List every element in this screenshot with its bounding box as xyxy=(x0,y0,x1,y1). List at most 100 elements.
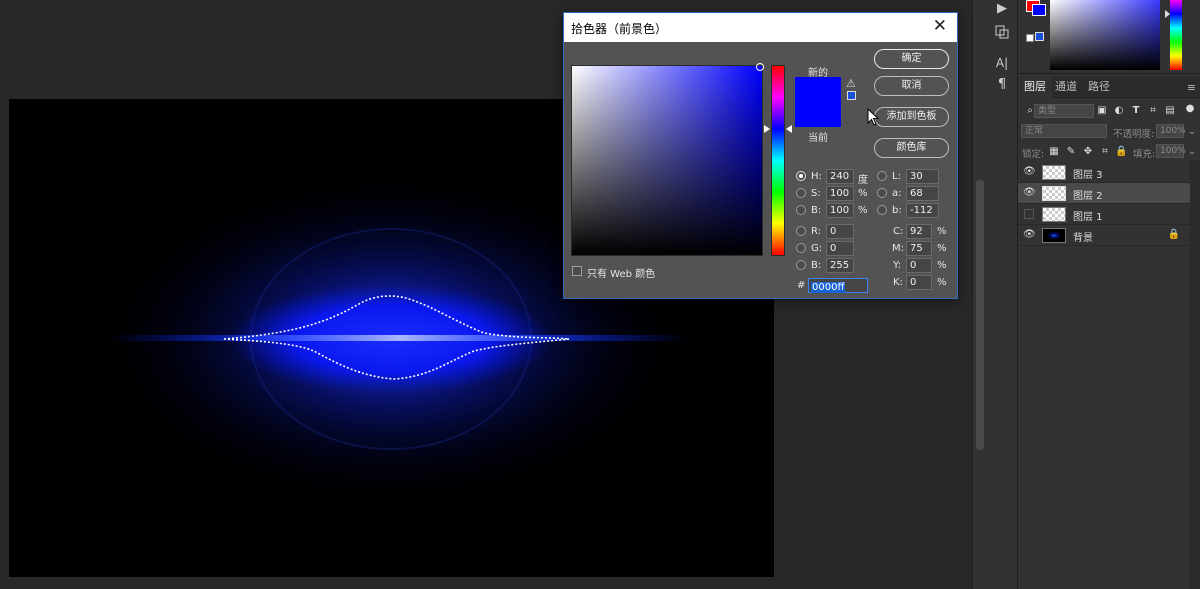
lab-l-radio[interactable] xyxy=(877,171,887,181)
lock-all-icon[interactable]: 🔒 xyxy=(1115,146,1127,158)
adjustment-filter-icon[interactable]: ◐ xyxy=(1113,105,1125,117)
hue-slider[interactable] xyxy=(771,65,785,256)
tab-channels[interactable]: 通道 xyxy=(1049,76,1083,98)
yellow-unit: % xyxy=(937,260,947,271)
layer-row[interactable]: 图层 1 xyxy=(1018,204,1190,225)
paragraph-panel-icon[interactable]: ¶ xyxy=(992,76,1012,94)
tab-layers[interactable]: 图层 xyxy=(1018,76,1052,98)
play-icon[interactable]: ▶ xyxy=(992,0,1012,18)
blend-mode-select[interactable]: 正常 xyxy=(1021,124,1107,138)
cyan-label: C: xyxy=(893,226,904,237)
panel-tool-strip: ▶ A| ¶ xyxy=(986,0,1018,589)
out-of-gamut-warning-icon[interactable]: ⚠ xyxy=(846,77,856,90)
filter-toggle-icon[interactable]: ● xyxy=(1184,103,1196,115)
hue-radio[interactable] xyxy=(796,171,806,181)
lab-l-input[interactable]: 30 xyxy=(906,169,939,184)
web-colors-only-checkbox[interactable] xyxy=(572,266,582,276)
red-input[interactable]: 0 xyxy=(826,224,854,239)
brightness-radio[interactable] xyxy=(796,205,806,215)
layer-row[interactable]: 👁 图层 2 xyxy=(1018,183,1190,204)
scrollbar-thumb[interactable] xyxy=(976,180,984,450)
smart-object-filter-icon[interactable]: ▤ xyxy=(1164,105,1176,117)
green-input[interactable]: 0 xyxy=(826,241,854,256)
right-panel: 图层 通道 路径 ≡ ⌕ 类型 ▣ ◐ T ⌗ ▤ ● 正常 不透明度: 100… xyxy=(1018,0,1200,589)
layers-scrollbar[interactable] xyxy=(1190,160,1200,589)
layer-name[interactable]: 图层 2 xyxy=(1073,187,1103,202)
visibility-toggle[interactable] xyxy=(1024,209,1034,219)
black-input[interactable]: 0 xyxy=(906,275,932,290)
color-picker-dialog: 拾色器（前景色） ✕ 新的 当前 ⚠ 确定 取消 添加到色板 颜色库 H: 24… xyxy=(563,12,958,299)
magenta-input[interactable]: 75 xyxy=(906,241,932,256)
layer-row[interactable]: 👁 背景 🔒 xyxy=(1018,225,1190,246)
ok-button[interactable]: 确定 xyxy=(874,49,949,69)
current-color-label: 当前 xyxy=(808,133,828,144)
fill-input[interactable]: 100% xyxy=(1156,144,1186,158)
lock-label: 锁定: xyxy=(1022,149,1045,160)
web-safe-cube-icon[interactable] xyxy=(847,91,856,100)
hue-input[interactable]: 240 xyxy=(826,169,854,184)
layer-thumbnail xyxy=(1042,165,1066,180)
close-icon[interactable]: ✕ xyxy=(933,16,947,36)
fill-label: 填充: xyxy=(1133,149,1156,160)
lab-a-radio[interactable] xyxy=(877,188,887,198)
black-unit: % xyxy=(937,277,947,288)
saturation-brightness-field[interactable] xyxy=(571,65,763,256)
web-colors-only-label: 只有 Web 颜色 xyxy=(587,269,656,280)
cyan-unit: % xyxy=(937,226,947,237)
yellow-input[interactable]: 0 xyxy=(906,258,932,273)
layer-row[interactable]: 👁 图层 3 xyxy=(1018,162,1190,183)
layer-name[interactable]: 背景 xyxy=(1073,229,1093,244)
clone-source-icon[interactable] xyxy=(992,24,1012,42)
lab-b-input[interactable]: -112 xyxy=(906,203,939,218)
saturation-radio[interactable] xyxy=(796,188,806,198)
layer-name[interactable]: 图层 1 xyxy=(1073,208,1103,223)
type-filter-icon[interactable]: T xyxy=(1130,105,1142,117)
character-panel-icon[interactable]: A| xyxy=(992,54,1012,72)
default-colors-icon[interactable] xyxy=(1026,34,1034,42)
swap-colors-icon[interactable] xyxy=(1035,32,1044,41)
cyan-input[interactable]: 92 xyxy=(906,224,932,239)
blue-input[interactable]: 255 xyxy=(826,258,854,273)
color-marker[interactable] xyxy=(756,63,764,71)
hue-slider-left-arrow-icon[interactable] xyxy=(764,125,770,133)
brightness-label: B: xyxy=(811,205,822,216)
brightness-input[interactable]: 100 xyxy=(826,203,854,218)
green-radio[interactable] xyxy=(796,243,806,253)
layer-name[interactable]: 图层 3 xyxy=(1073,166,1103,181)
cancel-button[interactable]: 取消 xyxy=(874,76,949,96)
panel-menu-icon[interactable]: ≡ xyxy=(1187,81,1196,94)
shape-filter-icon[interactable]: ⌗ xyxy=(1147,105,1159,117)
lock-image-icon[interactable]: ✎ xyxy=(1065,146,1077,158)
dialog-title-bar[interactable]: 拾色器（前景色） ✕ xyxy=(564,13,957,42)
lock-position-icon[interactable]: ✥ xyxy=(1082,146,1094,158)
filter-kind-select[interactable]: 类型 xyxy=(1034,104,1094,118)
red-radio[interactable] xyxy=(796,226,806,236)
workspace-scrollbar[interactable] xyxy=(972,0,986,589)
lab-b-radio[interactable] xyxy=(877,205,887,215)
lab-l-label: L: xyxy=(892,171,901,182)
chevron-down-icon[interactable]: ⌄ xyxy=(1186,126,1198,138)
hex-input[interactable]: 0000ff xyxy=(808,278,868,293)
background-swatch[interactable] xyxy=(1032,4,1046,16)
magenta-unit: % xyxy=(937,243,947,254)
hue-slider-right-arrow-icon[interactable] xyxy=(786,125,792,133)
saturation-input[interactable]: 100 xyxy=(826,186,854,201)
eye-icon[interactable]: 👁 xyxy=(1023,229,1036,241)
chevron-down-icon[interactable]: ⌄ xyxy=(1186,146,1198,158)
color-libraries-button[interactable]: 颜色库 xyxy=(874,138,949,158)
hex-label: # xyxy=(797,280,806,291)
hue-slider[interactable] xyxy=(1170,0,1182,70)
blue-radio[interactable] xyxy=(796,260,806,270)
pixel-filter-icon[interactable]: ▣ xyxy=(1096,105,1108,117)
color-field[interactable] xyxy=(1050,0,1160,70)
color-panel xyxy=(1018,0,1200,74)
lock-artboard-icon[interactable]: ⌗ xyxy=(1099,146,1111,158)
lab-a-input[interactable]: 68 xyxy=(906,186,939,201)
eye-icon[interactable]: 👁 xyxy=(1023,187,1036,199)
tab-paths[interactable]: 路径 xyxy=(1082,76,1116,98)
lock-transparent-icon[interactable]: ▦ xyxy=(1048,146,1060,158)
hue-label: H: xyxy=(811,171,822,182)
eye-icon[interactable]: 👁 xyxy=(1023,166,1036,178)
opacity-input[interactable]: 100% xyxy=(1156,124,1186,138)
add-to-swatches-button[interactable]: 添加到色板 xyxy=(874,107,949,127)
